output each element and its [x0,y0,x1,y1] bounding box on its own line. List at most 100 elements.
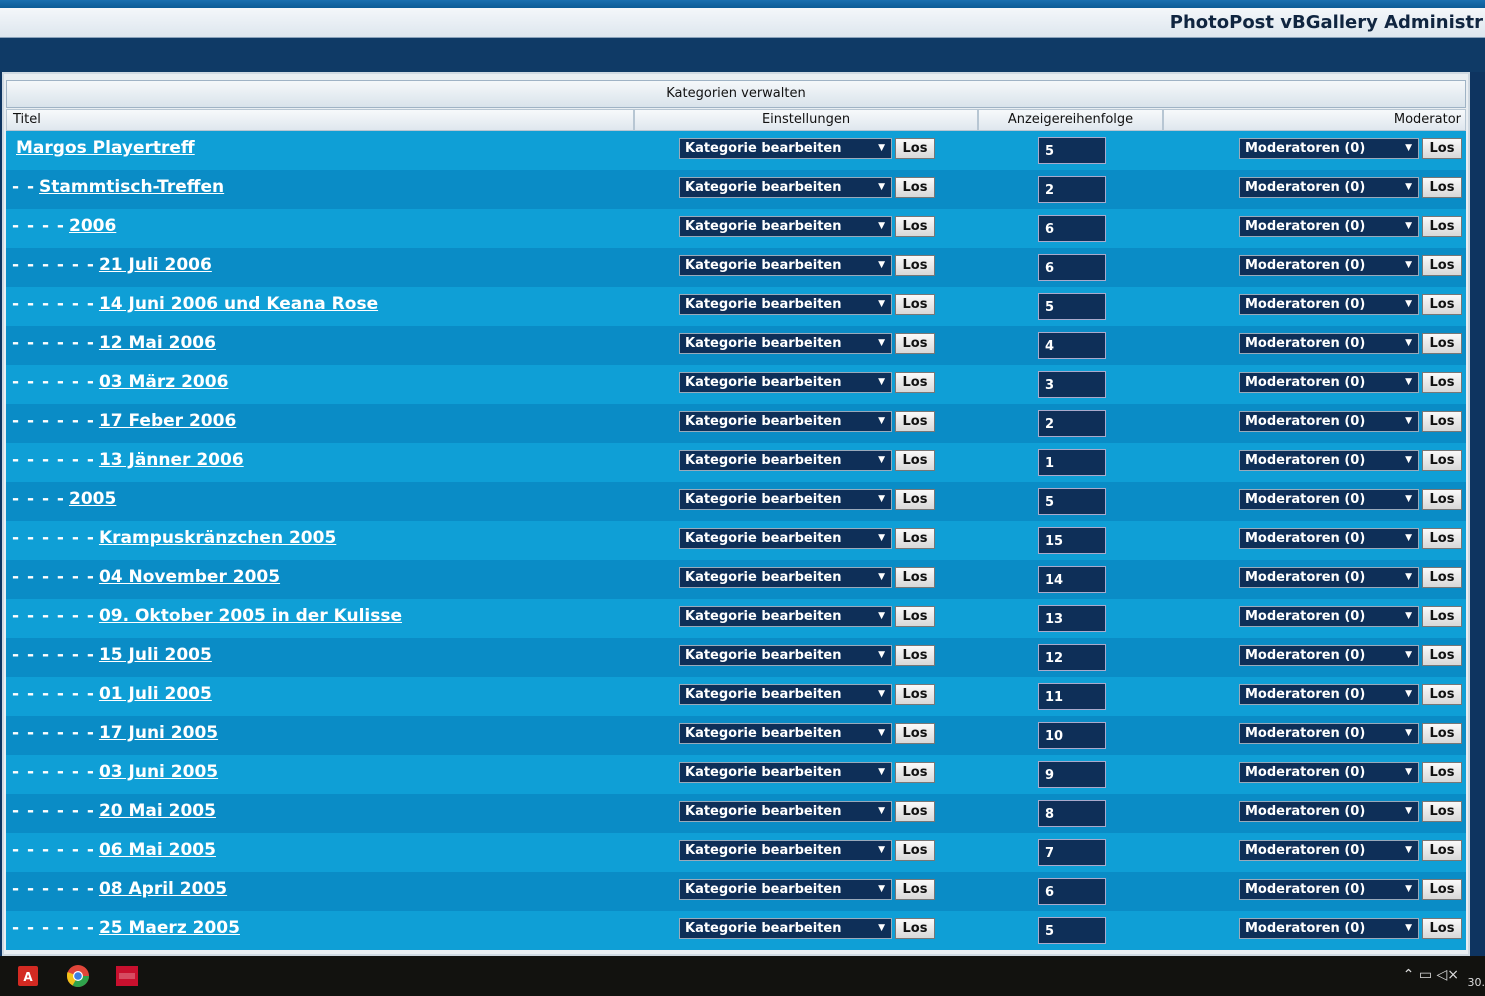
moderator-go-button[interactable]: Los [1422,528,1462,549]
moderator-select[interactable]: Moderatoren (0) ▼ [1239,723,1419,744]
acrobat-icon[interactable]: A [16,964,40,988]
moderator-go-button[interactable]: Los [1422,411,1462,432]
category-go-button[interactable]: Los [895,138,935,159]
moderator-go-button[interactable]: Los [1422,177,1462,198]
category-action-select[interactable]: Kategorie bearbeiten ▼ [679,450,892,471]
category-go-button[interactable]: Los [895,333,935,354]
category-action-select[interactable]: Kategorie bearbeiten ▼ [679,879,892,900]
moderator-go-button[interactable]: Los [1422,255,1462,276]
moderator-select[interactable]: Moderatoren (0) ▼ [1239,294,1419,315]
category-action-select[interactable]: Kategorie bearbeiten ▼ [679,918,892,939]
category-link[interactable]: Krampuskränzchen 2005 [99,528,336,548]
category-go-button[interactable]: Los [895,528,935,549]
moderator-select[interactable]: Moderatoren (0) ▼ [1239,801,1419,822]
moderator-select[interactable]: Moderatoren (0) ▼ [1239,177,1419,198]
category-link[interactable]: 03 März 2006 [99,372,228,392]
moderator-go-button[interactable]: Los [1422,450,1462,471]
category-action-select[interactable]: Kategorie bearbeiten ▼ [679,138,892,159]
moderator-go-button[interactable]: Los [1422,684,1462,705]
category-link[interactable]: Stammtisch-Treffen [39,177,224,197]
category-go-button[interactable]: Los [895,879,935,900]
display-order-input[interactable]: 5 [1038,488,1106,515]
category-link[interactable]: 17 Juni 2005 [99,723,218,743]
category-go-button[interactable]: Los [895,723,935,744]
display-order-input[interactable]: 13 [1038,605,1106,632]
category-link[interactable]: Margos Playertreff [16,138,195,158]
moderator-select[interactable]: Moderatoren (0) ▼ [1239,762,1419,783]
display-order-input[interactable]: 9 [1038,761,1106,788]
category-link[interactable]: 03 Juni 2005 [99,762,218,782]
nero-icon[interactable] [115,964,139,988]
moderator-go-button[interactable]: Los [1422,840,1462,861]
display-order-input[interactable]: 1 [1038,449,1106,476]
category-action-select[interactable]: Kategorie bearbeiten ▼ [679,372,892,393]
display-order-input[interactable]: 5 [1038,917,1106,944]
category-link[interactable]: 14 Juni 2006 und Keana Rose [99,294,378,314]
moderator-select[interactable]: Moderatoren (0) ▼ [1239,918,1419,939]
category-go-button[interactable]: Los [895,450,935,471]
category-link[interactable]: 20 Mai 2005 [99,801,216,821]
category-action-select[interactable]: Kategorie bearbeiten ▼ [679,255,892,276]
moderator-select[interactable]: Moderatoren (0) ▼ [1239,216,1419,237]
category-go-button[interactable]: Los [895,567,935,588]
moderator-select[interactable]: Moderatoren (0) ▼ [1239,606,1419,627]
category-link[interactable]: 15 Juli 2005 [99,645,212,665]
display-order-input[interactable]: 3 [1038,371,1106,398]
category-go-button[interactable]: Los [895,372,935,393]
category-go-button[interactable]: Los [895,489,935,510]
category-action-select[interactable]: Kategorie bearbeiten ▼ [679,762,892,783]
category-go-button[interactable]: Los [895,762,935,783]
category-action-select[interactable]: Kategorie bearbeiten ▼ [679,528,892,549]
category-action-select[interactable]: Kategorie bearbeiten ▼ [679,840,892,861]
moderator-go-button[interactable]: Los [1422,333,1462,354]
moderator-select[interactable]: Moderatoren (0) ▼ [1239,255,1419,276]
display-order-input[interactable]: 11 [1038,683,1106,710]
moderator-select[interactable]: Moderatoren (0) ▼ [1239,840,1419,861]
category-go-button[interactable]: Los [895,606,935,627]
category-action-select[interactable]: Kategorie bearbeiten ▼ [679,216,892,237]
category-link[interactable]: 2006 [69,216,116,236]
moderator-go-button[interactable]: Los [1422,918,1462,939]
category-go-button[interactable]: Los [895,411,935,432]
moderator-select[interactable]: Moderatoren (0) ▼ [1239,528,1419,549]
display-order-input[interactable]: 15 [1038,527,1106,554]
moderator-go-button[interactable]: Los [1422,801,1462,822]
category-action-select[interactable]: Kategorie bearbeiten ▼ [679,723,892,744]
category-action-select[interactable]: Kategorie bearbeiten ▼ [679,684,892,705]
category-link[interactable]: 08 April 2005 [99,879,227,899]
category-action-select[interactable]: Kategorie bearbeiten ▼ [679,606,892,627]
category-action-select[interactable]: Kategorie bearbeiten ▼ [679,294,892,315]
display-order-input[interactable]: 2 [1038,176,1106,203]
category-link[interactable]: 25 Maerz 2005 [99,918,240,938]
display-order-input[interactable]: 6 [1038,215,1106,242]
category-link[interactable]: 01 Juli 2005 [99,684,212,704]
display-order-input[interactable]: 5 [1038,137,1106,164]
category-go-button[interactable]: Los [895,645,935,666]
category-link[interactable]: 17 Feber 2006 [99,411,236,431]
category-go-button[interactable]: Los [895,177,935,198]
system-tray[interactable]: ⌃ ▭ ◁× [1403,967,1459,983]
category-link[interactable]: 2005 [69,489,116,509]
moderator-select[interactable]: Moderatoren (0) ▼ [1239,879,1419,900]
display-order-input[interactable]: 10 [1038,722,1106,749]
display-order-input[interactable]: 2 [1038,410,1106,437]
moderator-go-button[interactable]: Los [1422,762,1462,783]
moderator-select[interactable]: Moderatoren (0) ▼ [1239,645,1419,666]
category-go-button[interactable]: Los [895,255,935,276]
moderator-go-button[interactable]: Los [1422,216,1462,237]
category-action-select[interactable]: Kategorie bearbeiten ▼ [679,645,892,666]
moderator-go-button[interactable]: Los [1422,723,1462,744]
category-go-button[interactable]: Los [895,684,935,705]
category-link[interactable]: 06 Mai 2005 [99,840,216,860]
category-link[interactable]: 04 November 2005 [99,567,280,587]
category-action-select[interactable]: Kategorie bearbeiten ▼ [679,411,892,432]
moderator-go-button[interactable]: Los [1422,645,1462,666]
category-link[interactable]: 13 Jänner 2006 [99,450,244,470]
moderator-select[interactable]: Moderatoren (0) ▼ [1239,138,1419,159]
moderator-select[interactable]: Moderatoren (0) ▼ [1239,411,1419,432]
moderator-select[interactable]: Moderatoren (0) ▼ [1239,489,1419,510]
category-action-select[interactable]: Kategorie bearbeiten ▼ [679,177,892,198]
category-action-select[interactable]: Kategorie bearbeiten ▼ [679,567,892,588]
moderator-select[interactable]: Moderatoren (0) ▼ [1239,372,1419,393]
display-order-input[interactable]: 5 [1038,293,1106,320]
